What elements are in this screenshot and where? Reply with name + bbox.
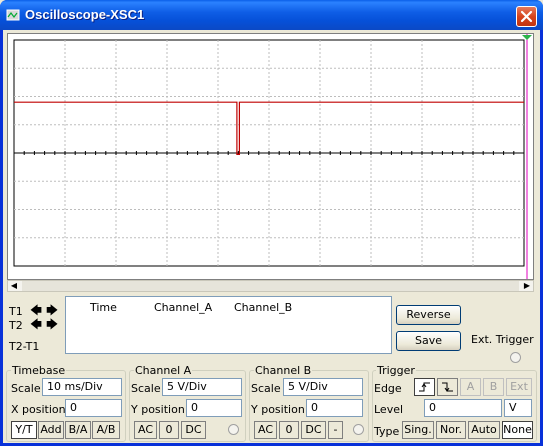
title-bar[interactable]: Oscilloscope-XSC1 — [0, 0, 543, 30]
scroll-left-icon[interactable]: ◀ — [8, 281, 20, 291]
trigger-source-a-button[interactable]: A — [460, 378, 481, 396]
channel-b-ypos-field[interactable]: 0 — [306, 399, 363, 417]
trigger-level-field[interactable]: 0 — [424, 399, 502, 417]
window-title: Oscilloscope-XSC1 — [25, 7, 145, 22]
falling-edge-button[interactable] — [437, 378, 458, 396]
readout-channel-a-header: Channel_A — [154, 301, 213, 314]
channel-a-zero-button[interactable]: 0 — [159, 421, 179, 439]
readout-channel-b-header: Channel_B — [234, 301, 293, 314]
channel-b-ac-button[interactable]: AC — [254, 421, 277, 439]
channel-b-zero-button[interactable]: 0 — [279, 421, 299, 439]
t1-left-arrow-icon[interactable]: 🡄 — [29, 304, 43, 318]
timebase-scale-field[interactable]: 10 ms/Div — [42, 378, 122, 396]
scope-display — [13, 34, 532, 279]
cursor-marker-icon — [522, 35, 532, 40]
trigger-title: Trigger — [376, 364, 416, 377]
channel-a-ypos-field[interactable]: 0 — [186, 399, 242, 417]
channel-a-scale-field[interactable]: 5 V/Div — [162, 378, 242, 396]
oscilloscope-app-icon — [6, 9, 20, 21]
trigger-level-label: Level — [374, 403, 404, 416]
ext-trigger-radio[interactable] — [510, 352, 521, 363]
trigger-edge-label: Edge — [374, 382, 402, 395]
t2-label: T2 — [9, 319, 23, 332]
close-icon — [520, 10, 533, 23]
ext-trigger-label: Ext. Trigger — [471, 333, 534, 346]
channel-b-title: Channel B — [254, 364, 313, 377]
t1-right-arrow-icon[interactable]: 🡆 — [45, 304, 59, 318]
channel-b-invert-button[interactable]: - — [328, 421, 343, 439]
save-button[interactable]: Save — [396, 331, 461, 351]
oscilloscope-window: Oscilloscope-XSC1 ◀ ▶ T1 🡄 🡆 T2 🡄 🡆 T2-T… — [0, 0, 543, 446]
x-position-label: X position — [11, 403, 66, 416]
scroll-right-icon[interactable]: ▶ — [521, 281, 533, 291]
t2-right-arrow-icon[interactable]: 🡆 — [45, 318, 59, 332]
channel-b-scale-field[interactable]: 5 V/Div — [283, 378, 363, 396]
trigger-auto-button[interactable]: Auto — [468, 421, 500, 439]
channel-a-ypos-label: Y position — [131, 403, 185, 416]
channel-a-scale-label: Scale — [131, 382, 161, 395]
trigger-none-button[interactable]: None — [502, 421, 533, 439]
channel-a-dc-button[interactable]: DC — [181, 421, 206, 439]
measurement-readout: Time Channel_A Channel_B — [65, 296, 392, 354]
channel-b-scale-label: Scale — [251, 382, 281, 395]
mode-ab-button[interactable]: A/B — [92, 421, 120, 439]
channel-a-ac-button[interactable]: AC — [134, 421, 157, 439]
t2-left-arrow-icon[interactable]: 🡄 — [29, 318, 43, 332]
trigger-source-ext-button[interactable]: Ext — [506, 378, 532, 396]
rising-edge-button[interactable] — [414, 378, 435, 396]
mode-add-button[interactable]: Add — [38, 421, 64, 439]
mode-ba-button[interactable]: B/A — [65, 421, 91, 439]
close-button[interactable] — [516, 6, 537, 27]
scroll-thumb[interactable] — [22, 281, 519, 291]
horizontal-scrollbar[interactable]: ◀ ▶ — [7, 280, 534, 292]
trigger-level-unit[interactable]: V — [504, 399, 532, 417]
trigger-single-button[interactable]: Sing. — [402, 421, 434, 439]
t2-t1-label: T2-T1 — [9, 340, 40, 353]
t1-label: T1 — [9, 305, 23, 318]
mode-yt-button[interactable]: Y/T — [11, 421, 37, 439]
channel-b-ypos-label: Y position — [251, 403, 305, 416]
readout-time-header: Time — [90, 301, 117, 314]
trigger-type-label: Type — [374, 425, 400, 438]
trigger-normal-button[interactable]: Nor. — [436, 421, 466, 439]
channel-b-dc-button[interactable]: DC — [301, 421, 326, 439]
x-position-field[interactable]: 0 — [65, 399, 122, 417]
rising-edge-icon — [419, 382, 430, 392]
trigger-source-b-button[interactable]: B — [483, 378, 504, 396]
window-client-area: ◀ ▶ T1 🡄 🡆 T2 🡄 🡆 T2-T1 Time Channel_A C… — [3, 30, 540, 443]
channel-b-radio[interactable] — [353, 424, 364, 435]
channel-a-title: Channel A — [134, 364, 193, 377]
reverse-button[interactable]: Reverse — [396, 305, 461, 325]
channel-a-radio[interactable] — [228, 424, 239, 435]
timebase-title: Timebase — [11, 364, 67, 377]
scope-screen — [7, 33, 534, 280]
timebase-scale-label: Scale — [11, 382, 41, 395]
falling-edge-icon — [442, 382, 453, 392]
